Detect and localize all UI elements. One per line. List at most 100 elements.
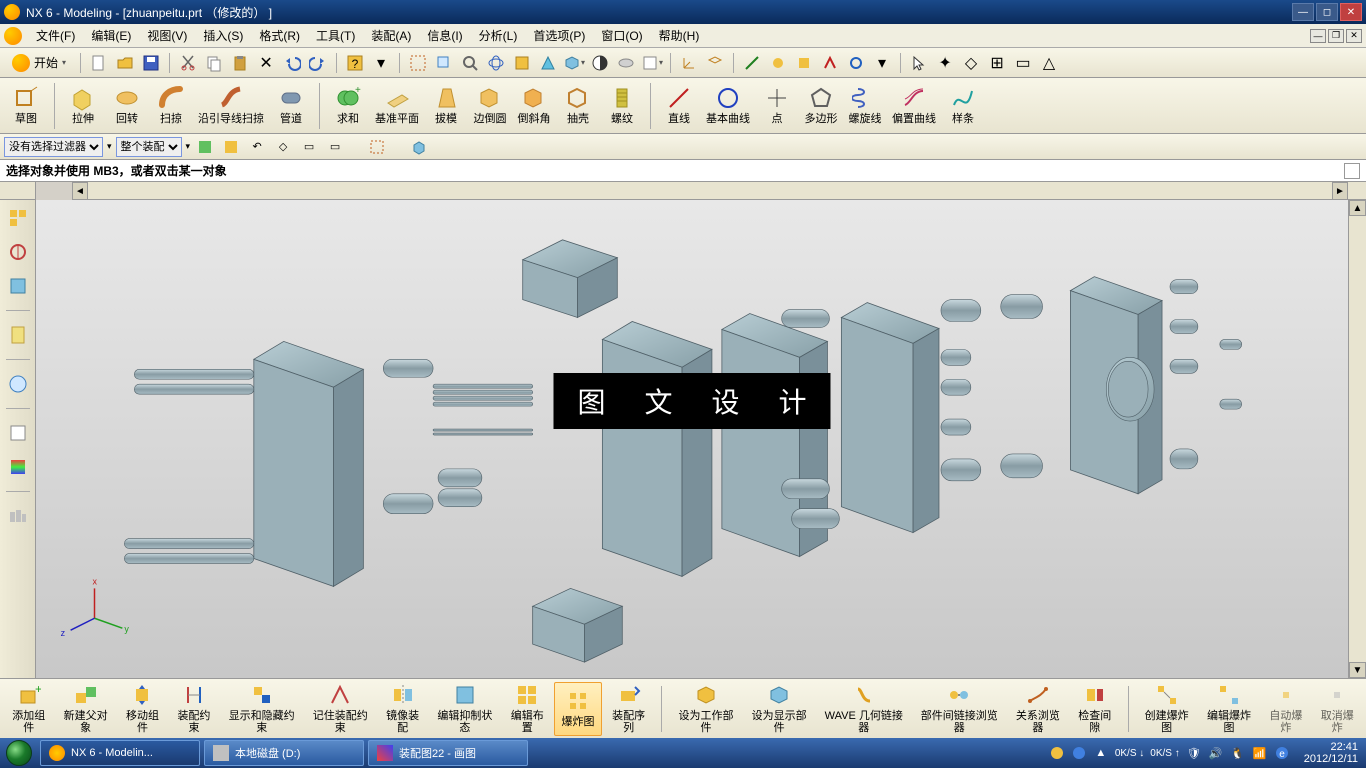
line-button[interactable]: 直线 (657, 80, 701, 132)
layer-button[interactable]: ▾ (640, 51, 664, 75)
undo-button[interactable] (280, 51, 304, 75)
menu-insert[interactable]: 插入(S) (195, 25, 251, 46)
wcs-button[interactable] (677, 51, 701, 75)
show-hide-constraint-button[interactable]: 显示和隐藏约束 (221, 682, 303, 736)
mdi-minimize-button[interactable]: — (1310, 29, 1326, 43)
tray-ie-icon[interactable]: e (1274, 745, 1290, 761)
measure2-button[interactable] (766, 51, 790, 75)
datum-plane-button[interactable]: 基准平面 (370, 80, 424, 132)
spline-button[interactable]: 样条 (941, 80, 985, 132)
constraint-navigator-tab[interactable] (4, 238, 32, 266)
unexplode-button[interactable]: 取消爆炸 (1313, 682, 1362, 736)
snap5-button[interactable]: △ (1037, 51, 1061, 75)
snap3-button[interactable]: ⊞ (985, 51, 1009, 75)
wcs-orient-button[interactable] (703, 51, 727, 75)
auto-explode-button[interactable]: 自动爆炸 (1261, 682, 1310, 736)
rotate-button[interactable] (484, 51, 508, 75)
snap2-button[interactable]: ◇ (959, 51, 983, 75)
roles-tab[interactable] (4, 502, 32, 530)
unite-button[interactable]: +求和 (326, 80, 370, 132)
point-button[interactable]: 点 (755, 80, 799, 132)
hd3d-tab[interactable] (4, 370, 32, 398)
open-button[interactable] (113, 51, 137, 75)
snap1-button[interactable]: ✦ (933, 51, 957, 75)
helix-button[interactable]: 螺旋线 (843, 80, 887, 132)
view-cube-button[interactable] (408, 136, 430, 158)
help-button[interactable]: ▾ (369, 51, 393, 75)
paste-button[interactable] (228, 51, 252, 75)
measure3-button[interactable] (792, 51, 816, 75)
scroll-left-button[interactable]: ◄ (72, 182, 88, 200)
draft-button[interactable]: 拔模 (424, 80, 468, 132)
copy-button[interactable] (202, 51, 226, 75)
offset-curve-button[interactable]: 偏置曲线 (887, 80, 941, 132)
assembly-constraint-button[interactable]: 装配约束 (169, 682, 218, 736)
exploded-view-button[interactable]: 爆炸图 (554, 682, 602, 736)
revolve-button[interactable]: 回转 (105, 80, 149, 132)
work-part-button[interactable]: 设为工作部件 (670, 682, 741, 736)
tray-icon[interactable]: 🐧 (1230, 745, 1246, 761)
taskbar-item-nx[interactable]: NX 6 - Modelin... (40, 740, 200, 766)
start-menu-button[interactable]: 开始 ▾ (4, 52, 74, 74)
assembly-scope-dropdown[interactable]: 整个装配 (116, 137, 182, 157)
guide-sweep-button[interactable]: 沿引导线扫掠 (193, 80, 269, 132)
vertical-ruler[interactable]: ▲ ▼ (1348, 200, 1366, 678)
taskbar-item-paint[interactable]: 装配图22 - 画图 (368, 740, 528, 766)
menu-assembly[interactable]: 装配(A) (363, 25, 419, 46)
mdi-restore-button[interactable]: ❐ (1328, 29, 1344, 43)
cut-button[interactable] (176, 51, 200, 75)
menu-info[interactable]: 信息(I) (419, 25, 470, 46)
new-button[interactable] (87, 51, 111, 75)
thread-button[interactable]: 螺纹 (600, 80, 644, 132)
browser-tab[interactable] (4, 419, 32, 447)
display-part-button[interactable]: 设为显示部件 (744, 682, 815, 736)
edit-explode-button[interactable]: 编辑爆炸图 (1199, 682, 1259, 736)
wave-linker-button[interactable]: WAVE 几何链接器 (817, 682, 911, 736)
measure4-button[interactable] (818, 51, 842, 75)
clearance-check-button[interactable]: 检查间隙 (1070, 682, 1119, 736)
filter-btn4[interactable]: ◇ (272, 136, 294, 158)
vscroll-track[interactable] (1349, 216, 1366, 662)
scroll-right-button[interactable]: ► (1332, 182, 1348, 200)
redo-button[interactable] (306, 51, 330, 75)
tray-icon[interactable] (1049, 745, 1065, 761)
filter-btn5[interactable]: ▭ (298, 136, 320, 158)
menu-window[interactable]: 窗口(O) (593, 25, 650, 46)
basic-curve-button[interactable]: 基本曲线 (701, 80, 755, 132)
menu-file[interactable]: 文件(F) (28, 25, 83, 46)
tray-icon[interactable]: 📶 (1252, 745, 1268, 761)
clip-button[interactable] (614, 51, 638, 75)
menu-analysis[interactable]: 分析(L) (471, 25, 526, 46)
measure6-button[interactable]: ▾ (870, 51, 894, 75)
save-button[interactable] (139, 51, 163, 75)
create-explode-button[interactable]: 创建爆炸图 (1136, 682, 1196, 736)
zoom-area-button[interactable] (432, 51, 456, 75)
tray-show-hidden-icon[interactable]: ▲ (1093, 745, 1109, 761)
background-button[interactable] (588, 51, 612, 75)
filter-btn6[interactable]: ▭ (324, 136, 346, 158)
minimize-button[interactable]: — (1292, 3, 1314, 21)
menu-view[interactable]: 视图(V) (139, 25, 195, 46)
rect-select-button[interactable] (366, 136, 388, 158)
menu-format[interactable]: 格式(R) (251, 25, 308, 46)
command-finder-button[interactable]: ? (343, 51, 367, 75)
assembly-navigator-tab[interactable] (4, 204, 32, 232)
relation-browser-button[interactable]: 关系浏览器 (1008, 682, 1068, 736)
scroll-down-button[interactable]: ▼ (1349, 662, 1366, 678)
mirror-assembly-button[interactable]: 镜像装配 (378, 682, 427, 736)
menu-tools[interactable]: 工具(T) (308, 25, 363, 46)
new-parent-button[interactable]: 新建父对象 (55, 682, 115, 736)
perspective-button[interactable] (536, 51, 560, 75)
extrude-button[interactable]: 拉伸 (61, 80, 105, 132)
edit-arrangement-button[interactable]: 编辑布置 (503, 682, 552, 736)
measure5-button[interactable] (844, 51, 868, 75)
chamfer-button[interactable]: 倒斜角 (512, 80, 556, 132)
scroll-up-button[interactable]: ▲ (1349, 200, 1366, 216)
horizontal-ruler[interactable]: ◄ ► (72, 182, 1348, 200)
select-arrow-button[interactable] (907, 51, 931, 75)
graphics-viewport[interactable]: x y z (36, 200, 1348, 678)
shell-button[interactable]: 抽壳 (556, 80, 600, 132)
history-tab[interactable] (4, 453, 32, 481)
windows-start-button[interactable] (0, 738, 38, 768)
move-component-button[interactable]: 移动组件 (118, 682, 167, 736)
